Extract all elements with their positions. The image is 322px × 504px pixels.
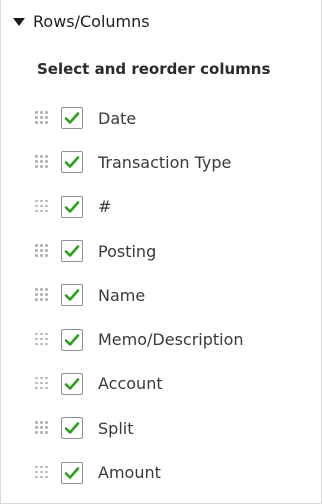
rows-columns-panel: Rows/Columns Select and reorder columns … — [0, 0, 322, 504]
checkmark-icon — [64, 200, 80, 214]
select-reorder-heading: Select and reorder columns — [37, 60, 271, 78]
column-checkbox[interactable] — [61, 107, 83, 130]
column-row: Transaction Type — [35, 140, 305, 184]
column-checkbox[interactable] — [61, 328, 83, 351]
column-label: Memo/Description — [98, 330, 244, 350]
column-row: Split — [35, 406, 305, 450]
drag-handle-icon[interactable] — [35, 465, 49, 480]
column-label: Amount — [98, 463, 161, 483]
column-row: Date — [35, 96, 305, 140]
column-row: Posting — [35, 229, 305, 273]
column-label: Transaction Type — [98, 152, 232, 172]
drag-handle-icon[interactable] — [35, 376, 49, 391]
column-checkbox[interactable] — [61, 195, 83, 218]
column-list: Date Transaction Type # Posting Name Memo/Des… — [35, 96, 305, 495]
column-row: Name — [35, 273, 305, 317]
section-title: Rows/Columns — [33, 11, 150, 31]
drag-handle-icon[interactable] — [35, 199, 49, 214]
checkmark-icon — [64, 111, 80, 125]
caret-down-icon — [13, 17, 25, 26]
column-label: # — [98, 197, 112, 217]
column-checkbox[interactable] — [61, 284, 83, 307]
drag-handle-icon[interactable] — [35, 332, 49, 347]
column-checkbox[interactable] — [61, 240, 83, 263]
checkmark-icon — [64, 466, 80, 480]
checkmark-icon — [64, 155, 80, 169]
drag-handle-icon[interactable] — [35, 111, 49, 125]
checkmark-icon — [64, 333, 80, 347]
column-label: Name — [98, 285, 146, 305]
rows-columns-toggle[interactable]: Rows/Columns — [13, 8, 150, 34]
checkmark-icon — [64, 421, 80, 435]
column-label: Account — [98, 374, 163, 394]
drag-handle-icon[interactable] — [35, 155, 49, 169]
column-row: Memo/Description — [35, 317, 305, 361]
drag-handle-icon[interactable] — [35, 244, 49, 258]
column-label: Posting — [98, 241, 157, 261]
column-checkbox[interactable] — [61, 372, 83, 395]
drag-handle-icon[interactable] — [35, 288, 49, 302]
column-row: Account — [35, 362, 305, 406]
column-checkbox[interactable] — [61, 461, 83, 484]
checkmark-icon — [64, 377, 80, 391]
checkmark-icon — [64, 288, 80, 302]
drag-handle-icon[interactable] — [35, 421, 49, 435]
column-row: # — [35, 185, 305, 229]
column-checkbox[interactable] — [61, 151, 83, 174]
column-row: Amount — [35, 450, 305, 494]
column-label: Split — [98, 418, 134, 438]
column-label: Date — [98, 108, 137, 128]
column-checkbox[interactable] — [61, 417, 83, 440]
checkmark-icon — [64, 244, 80, 258]
